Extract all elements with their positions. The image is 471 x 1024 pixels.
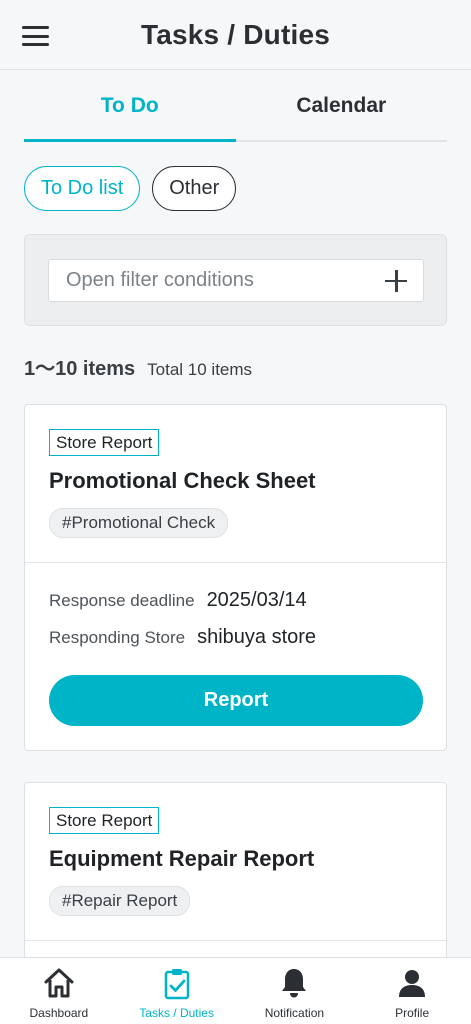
- menu-icon[interactable]: [22, 26, 49, 46]
- task-tag[interactable]: #Promotional Check: [49, 508, 229, 538]
- nav-tasks-duties[interactable]: Tasks / Duties: [118, 958, 236, 1024]
- page-title: Tasks / Duties: [140, 18, 331, 50]
- nav-notification[interactable]: Notification: [236, 958, 354, 1024]
- plus-icon: [385, 269, 407, 292]
- nav-label: Dashboard: [29, 1006, 89, 1020]
- filter-panel: Open filter conditions: [24, 234, 447, 326]
- task-title: Promotional Check Sheet: [49, 468, 316, 493]
- task-card[interactable]: Store Report Promotional Check Sheet #Pr…: [24, 404, 447, 751]
- task-title: Equipment Repair Report: [49, 846, 315, 871]
- store-report-badge: Store Report: [49, 807, 160, 834]
- chip-other[interactable]: Other: [152, 166, 237, 211]
- store-label: Responding Store: [49, 628, 186, 647]
- nav-label: Profile: [395, 1006, 430, 1020]
- clipboard-check-icon: [164, 969, 189, 1000]
- nav-profile[interactable]: Profile: [353, 958, 471, 1024]
- bottom-nav: Dashboard Tasks / Duties Notification Pr…: [0, 957, 471, 1024]
- count-total: Total 10 items: [147, 360, 253, 379]
- store-row: Responding Store shibuya store: [49, 626, 422, 649]
- nav-label: Tasks / Duties: [139, 1006, 214, 1020]
- tab-to-do[interactable]: To Do: [24, 72, 236, 142]
- chip-to-do-list[interactable]: To Do list: [24, 166, 141, 211]
- deadline-row: Response deadline 2025/03/14: [49, 589, 422, 612]
- bell-icon: [282, 969, 307, 998]
- item-count: 1〜10 items Total 10 items: [24, 352, 252, 381]
- count-range: 1〜10 items: [24, 358, 136, 380]
- tab-bar: To Do Calendar: [24, 72, 447, 142]
- report-button[interactable]: Report: [49, 675, 423, 726]
- nav-dashboard[interactable]: Dashboard: [0, 958, 118, 1024]
- nav-label: Notification: [264, 1006, 325, 1020]
- deadline-label: Response deadline: [49, 591, 195, 610]
- store-value: shibuya store: [197, 626, 317, 648]
- filter-placeholder: Open filter conditions: [66, 269, 254, 291]
- home-icon: [44, 968, 74, 998]
- open-filter-button[interactable]: Open filter conditions: [48, 259, 424, 302]
- task-card[interactable]: Store Report Equipment Repair Report #Re…: [24, 782, 447, 982]
- filter-chips: To Do list Other: [24, 166, 237, 211]
- card-divider: [25, 940, 446, 941]
- app-header: Tasks / Duties: [0, 0, 471, 70]
- store-report-badge: Store Report: [49, 429, 160, 456]
- person-icon: [399, 970, 426, 997]
- task-tag[interactable]: #Repair Report: [49, 886, 191, 916]
- tab-calendar[interactable]: Calendar: [236, 72, 448, 140]
- deadline-value: 2025/03/14: [206, 589, 307, 611]
